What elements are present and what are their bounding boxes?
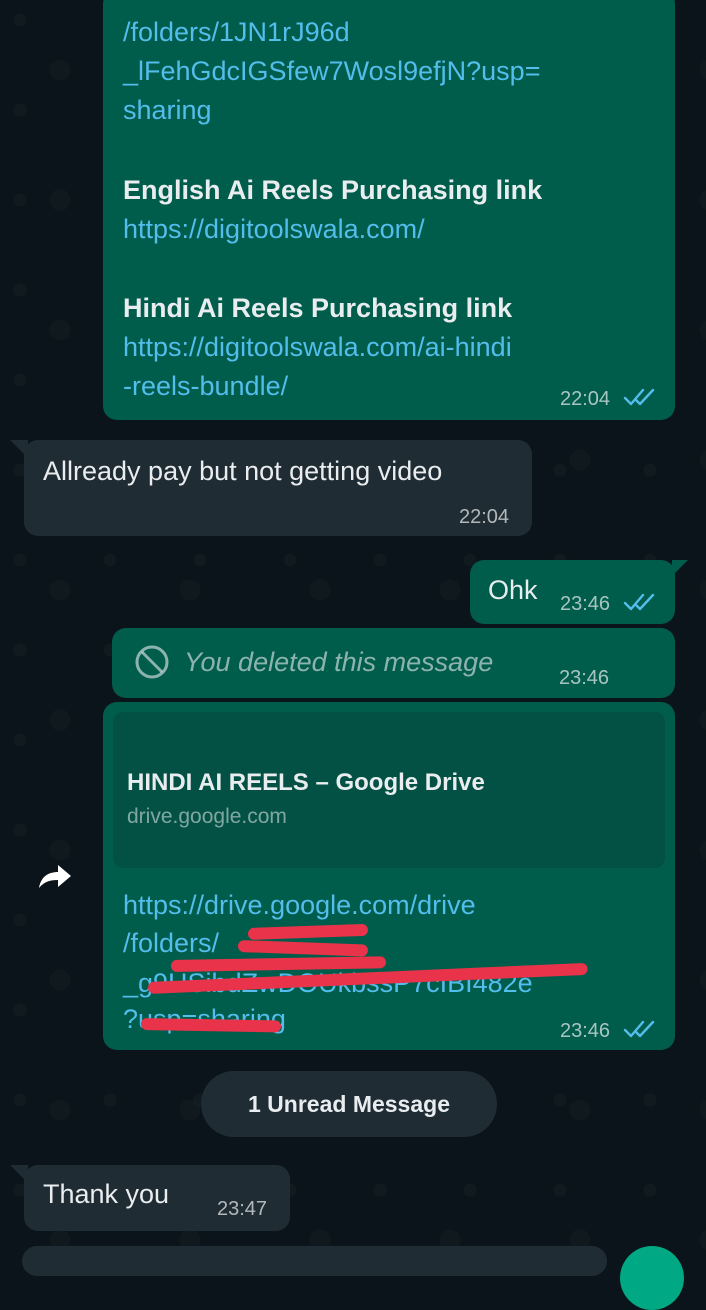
message-text: Allready pay but not getting video [43, 456, 443, 486]
blocked-icon [135, 645, 169, 679]
double-check-icon [623, 593, 655, 611]
message-bubble-deleted[interactable]: You deleted this message 23:46 [112, 628, 675, 698]
message-time: 22:04 [459, 506, 510, 528]
message-bubble-outgoing[interactable]: Ohk 23:46 [470, 560, 675, 624]
hindi-purchase-link-line-1[interactable]: https://digitoolswala.com/ai-hindi [123, 328, 512, 366]
message-text: Ohk [488, 575, 538, 605]
double-check-icon [623, 388, 655, 406]
message-bubble-incoming[interactable]: Allready pay but not getting video 22:04 [24, 440, 532, 536]
link-preview-title: HINDI AI REELS – Google Drive [127, 769, 485, 796]
message-time: 22:04 [560, 388, 611, 410]
message-bubble-outgoing-links[interactable]: /folders/1JN1rJ96d _lFehGdcIGSfew7Wosl9e… [103, 0, 675, 420]
message-time: 23:46 [559, 667, 610, 689]
drive-link-line-2[interactable]: _lFehGdcIGSfew7Wosl9efjN?usp= [123, 52, 540, 90]
bubble-tail [10, 1165, 28, 1183]
message-input-bar[interactable] [22, 1246, 607, 1276]
drive-link-line-2[interactable]: /folders/ [123, 924, 219, 962]
bubble-tail [672, 560, 688, 576]
drive-link-line-3[interactable]: sharing [123, 91, 212, 129]
drive-link-line-1[interactable]: /folders/1JN1rJ96d [123, 13, 350, 51]
redaction-mark [140, 1018, 282, 1033]
message-text: Thank you [43, 1179, 170, 1209]
deleted-message-text: You deleted this message [184, 647, 494, 677]
drive-link-line-1[interactable]: https://drive.google.com/drive [123, 886, 476, 924]
message-bubble-drive-link[interactable]: HINDI AI REELS – Google Drive drive.goog… [103, 702, 675, 1050]
message-time: 23:47 [217, 1198, 268, 1220]
link-preview-card[interactable]: HINDI AI REELS – Google Drive drive.goog… [113, 712, 665, 868]
message-time: 23:46 [560, 593, 611, 615]
message-time: 23:46 [560, 1020, 611, 1042]
english-purchase-heading: English Ai Reels Purchasing link [123, 175, 543, 205]
double-check-icon [623, 1020, 655, 1038]
message-bubble-incoming[interactable]: Thank you 23:47 [24, 1165, 290, 1231]
link-preview-domain: drive.google.com [127, 805, 287, 828]
redaction-mark [247, 923, 369, 940]
redaction-mark [237, 940, 369, 957]
forward-arrow-icon[interactable] [36, 862, 74, 892]
bubble-tail [10, 440, 28, 458]
hindi-purchase-link-line-2[interactable]: -reels-bundle/ [123, 367, 288, 405]
hindi-purchase-heading: Hindi Ai Reels Purchasing link [123, 293, 513, 323]
unread-messages-divider: 1 Unread Message [201, 1071, 497, 1137]
english-purchase-link[interactable]: https://digitoolswala.com/ [123, 210, 425, 248]
